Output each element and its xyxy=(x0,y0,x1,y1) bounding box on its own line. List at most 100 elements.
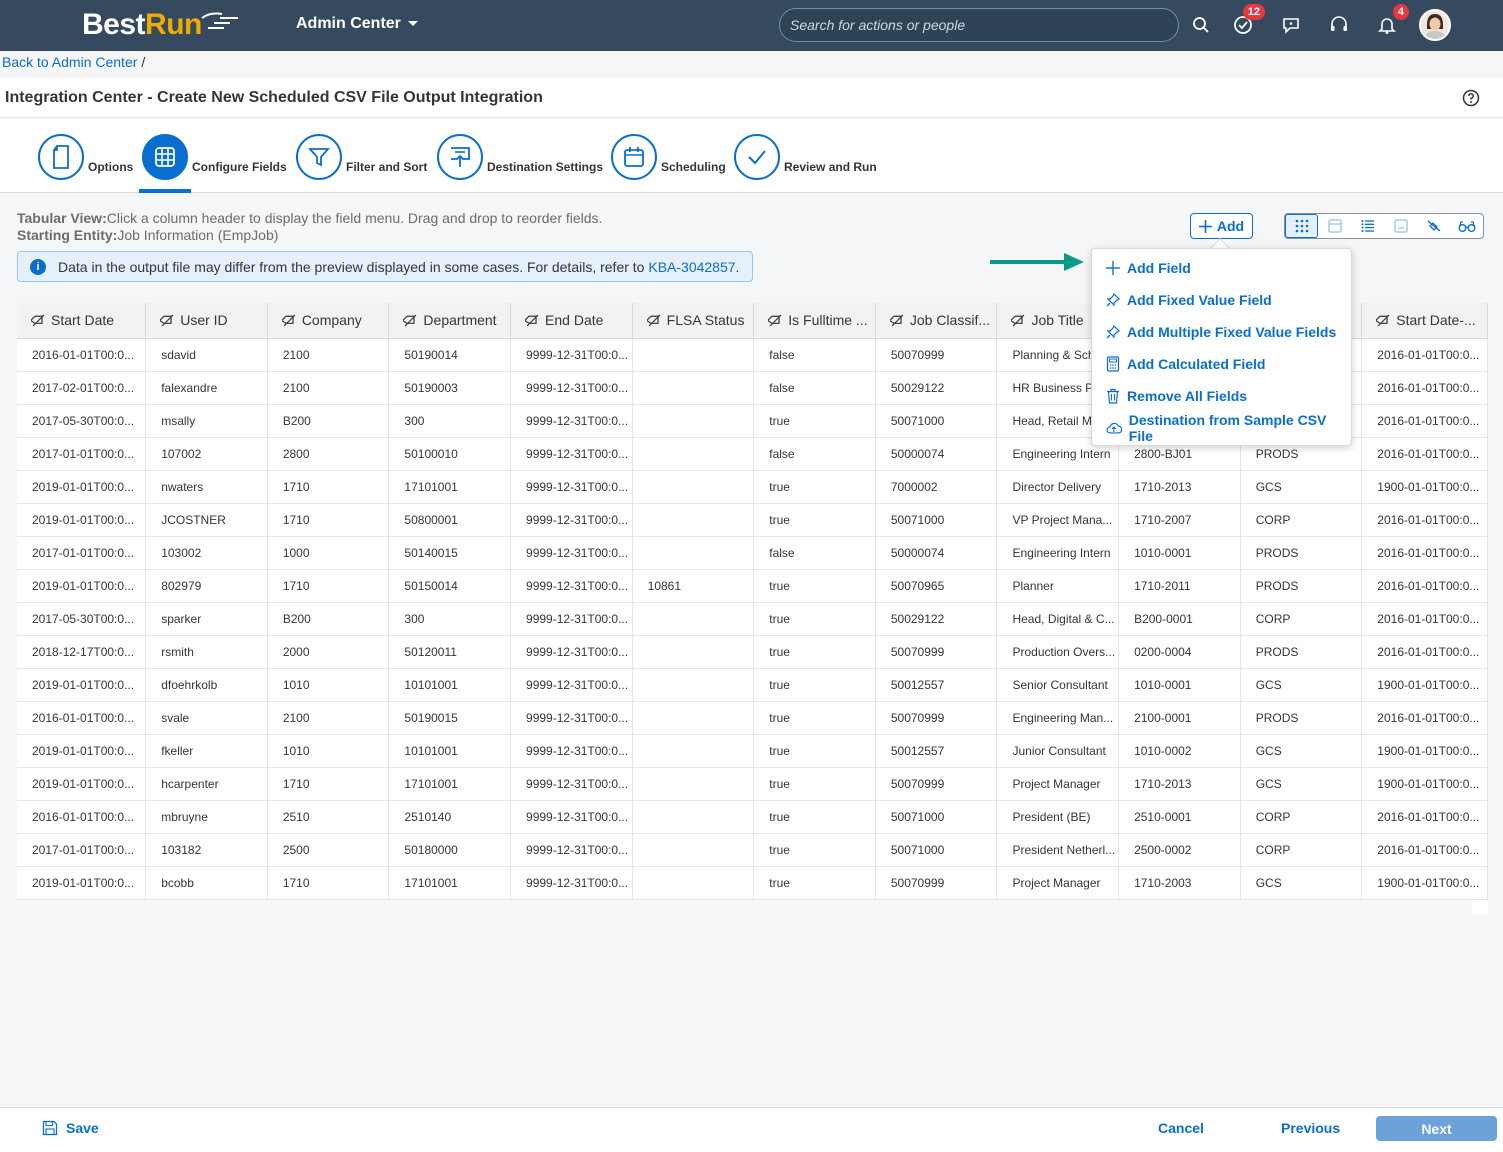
column-header[interactable]: Is Fulltime ... xyxy=(753,303,876,339)
table-cell xyxy=(632,437,755,471)
preview-button[interactable] xyxy=(1450,214,1483,238)
field-mapping-button[interactable] xyxy=(1417,214,1450,238)
table-cell: 50071000 xyxy=(875,800,998,834)
table-cell: GCS xyxy=(1240,470,1363,504)
field-tag-icon xyxy=(1011,314,1025,327)
search-input[interactable]: Search for actions or people xyxy=(779,8,1179,42)
table-cell: 103182 xyxy=(145,833,268,867)
company-logo[interactable]: BestRun xyxy=(82,8,202,42)
save-button[interactable]: Save xyxy=(42,1120,99,1136)
kba-link[interactable]: KBA-3042857 xyxy=(648,259,735,275)
field-tag-icon xyxy=(31,314,45,327)
table-row: 2016-01-01T00:0... svale 2100 50190015 9999-… xyxy=(17,701,1488,735)
search-button[interactable] xyxy=(1189,13,1213,37)
table-cell: 1900-01-01T00:0... xyxy=(1361,668,1488,702)
app-menu-label: Admin Center xyxy=(296,15,401,32)
menu-item-label: Add Field xyxy=(1127,260,1191,276)
step-circle xyxy=(38,134,84,180)
table-cell: 1710-2003 xyxy=(1118,866,1241,900)
table-cell: PRODS xyxy=(1240,701,1363,735)
step-label: Destination Settings xyxy=(487,160,604,174)
menu-item-label: Add Multiple Fixed Value Fields xyxy=(1127,324,1337,340)
column-header[interactable]: End Date xyxy=(510,303,633,339)
column-header[interactable]: FLSA Status xyxy=(632,303,755,339)
cancel-button[interactable]: Cancel xyxy=(1158,1120,1204,1136)
table-cell: 2016-01-01T00:0... xyxy=(1361,371,1488,405)
table-cell: 2016-01-01T00:0... xyxy=(1361,338,1488,372)
headset-icon xyxy=(1331,16,1347,31)
message-text: Data in the output file may differ from … xyxy=(58,258,740,275)
cloud-icon xyxy=(1106,422,1122,434)
column-header[interactable]: Department xyxy=(388,303,512,339)
column-header[interactable]: Start Date-... xyxy=(1361,303,1488,339)
add-button[interactable]: Add xyxy=(1190,213,1253,239)
table-cell: 50070965 xyxy=(875,569,998,603)
column-header[interactable]: User ID xyxy=(145,303,268,339)
table-cell: Engineering Intern xyxy=(996,536,1120,570)
add-button-label: Add xyxy=(1216,218,1245,234)
field-tag-icon xyxy=(889,314,904,327)
table-row: 2017-01-01T00:0... 103002 1000 50140015 9999… xyxy=(17,536,1488,570)
table-cell: 50029122 xyxy=(875,602,998,636)
tabular-view-button[interactable] xyxy=(1285,214,1318,238)
table-cell: true xyxy=(753,701,876,735)
wizard-step-review-and-run[interactable]: Review and Run xyxy=(734,134,877,180)
wizard-step-configure-fields[interactable]: Configure Fields xyxy=(142,134,287,180)
previous-button[interactable]: Previous xyxy=(1281,1120,1340,1136)
wizard-step-scheduling[interactable]: Scheduling xyxy=(611,134,726,180)
table-cell: Project Manager xyxy=(996,767,1120,801)
user-avatar[interactable] xyxy=(1419,9,1451,41)
table-cell: nwaters xyxy=(145,470,268,504)
table-cell: Director Delivery xyxy=(996,470,1120,504)
table-cell: 103002 xyxy=(145,536,268,570)
detail-view-button[interactable] xyxy=(1384,214,1417,238)
table-cell: 9999-12-31T00:0... xyxy=(510,635,633,669)
table-cell: 50071000 xyxy=(875,404,998,438)
wizard-step-filter-and-sort[interactable]: Filter and Sort xyxy=(296,134,427,180)
support-button[interactable] xyxy=(1327,13,1351,37)
table-row: 2019-01-01T00:0... JCOSTNER 1710 50800001 99… xyxy=(17,503,1488,537)
menu-item-destination-from-sample-csv[interactable]: Destination from Sample CSV File xyxy=(1106,412,1351,444)
table-cell: 50070999 xyxy=(875,866,998,900)
feedback-button[interactable] xyxy=(1279,13,1303,37)
table-cell: true xyxy=(753,569,876,603)
column-header[interactable]: Start Date xyxy=(17,303,147,339)
wizard-step-options[interactable]: Options xyxy=(38,134,133,180)
wizard-step-destination-settings[interactable]: Destination Settings xyxy=(437,134,603,180)
table-cell: President (BE) xyxy=(996,800,1120,834)
table-cell: PRODS xyxy=(1240,635,1363,669)
table-cell: mbruyne xyxy=(145,800,268,834)
table-cell: 7000002 xyxy=(875,470,998,504)
notifications-button[interactable]: 4 xyxy=(1375,4,1409,37)
menu-item-add-fixed-value-field[interactable]: Add Fixed Value Field xyxy=(1106,284,1272,316)
list-view-button[interactable] xyxy=(1351,214,1384,238)
column-header[interactable]: Job Classif... xyxy=(875,303,998,339)
table-cell: 9999-12-31T00:0... xyxy=(510,767,633,801)
table-cell: svale xyxy=(145,701,268,735)
table-cell: B200-0001 xyxy=(1118,602,1241,636)
table-cell: 2800 xyxy=(267,437,390,471)
next-button[interactable]: Next xyxy=(1376,1116,1497,1141)
field-tag-icon xyxy=(1376,314,1390,327)
menu-item-add-field[interactable]: Add Field xyxy=(1106,252,1191,284)
help-icon[interactable] xyxy=(1462,89,1480,107)
app-menu-button[interactable]: Admin Center xyxy=(296,15,419,33)
menu-item-remove-all-fields[interactable]: Remove All Fields xyxy=(1106,380,1247,412)
step-label: Options xyxy=(88,160,134,174)
table-cell: PRODS xyxy=(1240,536,1363,570)
chevron-down-icon xyxy=(407,21,418,26)
back-to-admin-center-link[interactable]: Back to Admin Center xyxy=(2,54,137,70)
horizontal-scrollbar[interactable] xyxy=(17,899,1472,915)
logo-speed-lines-icon xyxy=(201,12,238,29)
menu-item-add-multiple-fixed-value-fields[interactable]: Add Multiple Fixed Value Fields xyxy=(1106,316,1336,348)
menu-item-add-calculated-field[interactable]: Add Calculated Field xyxy=(1106,348,1265,380)
table-cell: 9999-12-31T00:0... xyxy=(510,734,633,768)
table-cell: 2016-01-01T00:0... xyxy=(1361,833,1488,867)
field-tag-icon xyxy=(281,314,296,327)
column-header[interactable]: Company xyxy=(267,303,390,339)
card-view-button[interactable] xyxy=(1318,214,1351,238)
step-circle xyxy=(611,134,657,180)
table-cell xyxy=(632,371,755,405)
column-header-label: Start Date xyxy=(51,312,115,329)
todo-button[interactable]: 12 xyxy=(1231,4,1265,37)
